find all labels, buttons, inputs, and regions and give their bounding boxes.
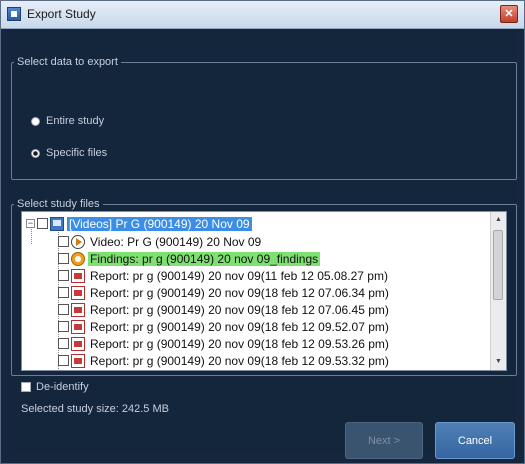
item-checkbox[interactable] [58,304,69,315]
close-button[interactable]: ✕ [500,5,518,23]
root-label: [Videos] Pr G (900149) 20 Nov 09 [67,216,252,231]
scroll-up-arrow-icon[interactable]: ▲ [491,212,506,228]
item-checkbox[interactable] [58,270,69,281]
folder-icon [50,216,64,231]
tree-item-row[interactable]: Findings: pr g (900149) 20 nov 09_findin… [58,250,321,267]
item-checkbox[interactable] [58,236,69,247]
item-label: Findings: pr g (900149) 20 nov 09_findin… [88,251,321,266]
tree-content: − [Videos] Pr G (900149) 20 Nov 09 Video… [22,212,490,370]
report-icon [71,302,85,317]
study-files-legend: Select study files [17,198,100,210]
root-checkbox[interactable] [37,218,48,229]
findings-icon [71,251,85,266]
item-checkbox[interactable] [58,355,69,366]
export-type-legend: Select data to export [17,56,118,68]
tree-item-row[interactable]: Report: pr g (900149) 20 nov 09(18 feb 1… [58,318,391,335]
next-button[interactable]: Next > [345,422,423,459]
item-label: Video: Pr G (900149) 20 Nov 09 [90,234,262,249]
item-label: Report: pr g (900149) 20 nov 09(18 feb 1… [90,285,389,300]
item-checkbox[interactable] [58,321,69,332]
item-label: Report: pr g (900149) 20 nov 09(18 feb 1… [90,336,389,351]
item-label: Report: pr g (900149) 20 nov 09(18 feb 1… [90,319,389,334]
radio-specific-files[interactable]: Specific files [31,147,107,159]
item-checkbox[interactable] [58,287,69,298]
item-checkbox[interactable] [58,253,69,264]
tree-item-row[interactable]: Report: pr g (900149) 20 nov 09(11 feb 1… [58,267,390,284]
export-study-dialog: Export Study ✕ Select data to export Ent… [0,0,525,464]
radio-entire-study[interactable]: Entire study [31,115,104,127]
item-checkbox[interactable] [58,338,69,349]
deidentify-label: De-identify [36,381,89,393]
deidentify-checkbox[interactable]: De-identify [21,381,89,393]
study-files-tree[interactable]: − [Videos] Pr G (900149) 20 Nov 09 Video… [21,211,507,371]
radio-specific-files-label: Specific files [46,147,108,159]
window-title: Export Study [27,7,96,21]
report-icon [71,319,85,334]
tree-item-row[interactable]: Report: pr g (900149) 20 nov 09(18 feb 1… [58,335,391,352]
tree-item-row[interactable]: Report: pr g (900149) 20 nov 09(18 feb 1… [58,352,391,369]
tree-item-row[interactable]: Report: pr g (900149) 20 nov 09(18 feb 1… [58,284,391,301]
scroll-down-arrow-icon[interactable]: ▼ [491,354,506,370]
tree-item-row[interactable]: Video: Pr G (900149) 20 Nov 09 [58,233,263,250]
report-icon [71,285,85,300]
tree-root-row[interactable]: − [Videos] Pr G (900149) 20 Nov 09 [26,215,252,232]
collapse-expander[interactable]: − [26,219,35,228]
radio-entire-study-label: Entire study [46,115,105,127]
scroll-thumb[interactable] [493,230,503,300]
study-size-text: Selected study size: 242.5 MB [21,403,169,415]
item-label: Report: pr g (900149) 20 nov 09(18 feb 1… [90,302,389,317]
app-icon [7,7,21,21]
item-label: Report: pr g (900149) 20 nov 09(11 feb 1… [90,268,388,283]
title-bar[interactable]: Export Study ✕ [1,1,524,29]
deidentify-box[interactable] [21,382,31,392]
video-icon [71,234,85,249]
item-label: Report: pr g (900149) 20 nov 09(18 feb 1… [90,353,389,368]
report-icon [71,353,85,368]
tree-scrollbar[interactable]: ▲ ▼ [490,212,506,370]
report-icon [71,336,85,351]
report-icon [71,268,85,283]
cancel-button[interactable]: Cancel [435,422,515,459]
tree-item-row[interactable]: Report: pr g (900149) 20 nov 09(18 feb 1… [58,301,391,318]
radio-specific-files-circle[interactable] [31,148,40,158]
radio-entire-study-circle[interactable] [31,116,40,126]
